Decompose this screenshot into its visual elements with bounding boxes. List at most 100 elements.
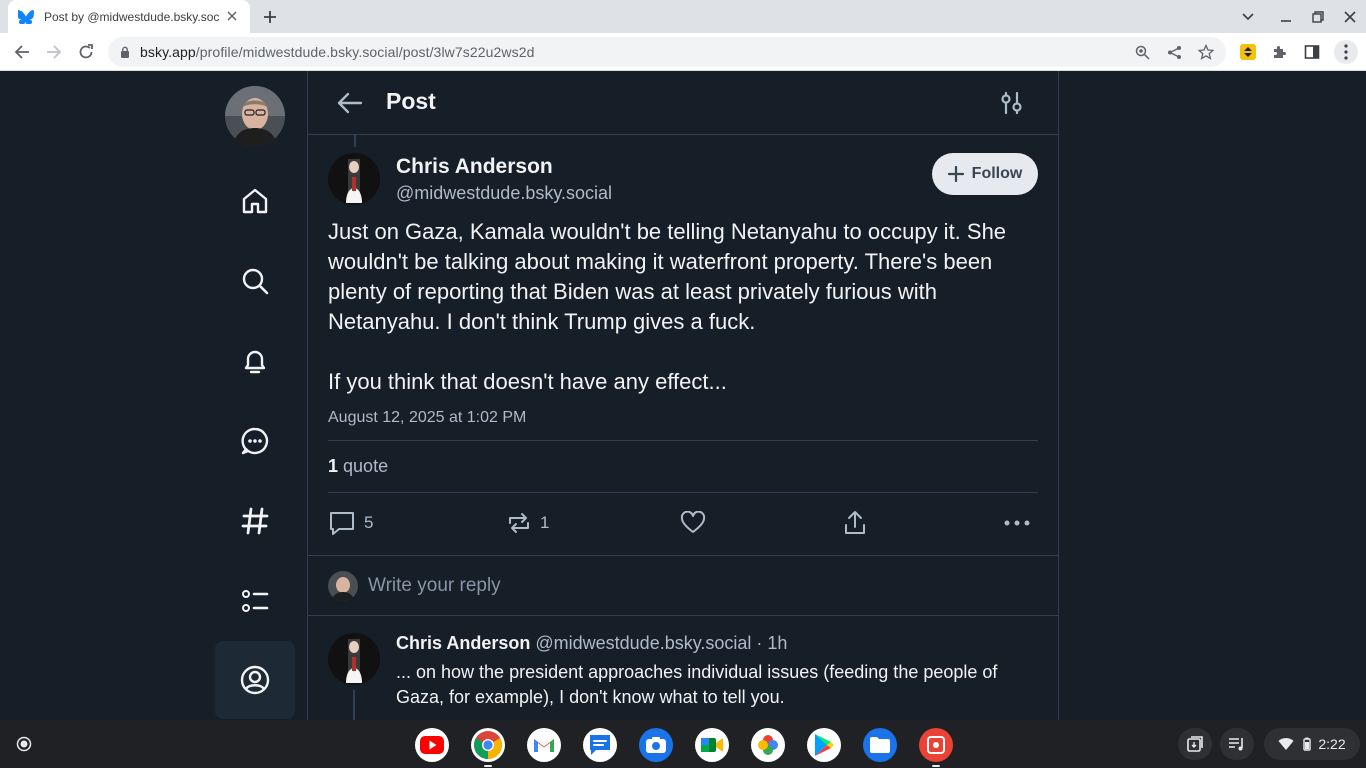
share-button[interactable]: [842, 509, 868, 537]
reply-author-name[interactable]: Chris Anderson: [396, 633, 530, 653]
os-shelf: 2:22: [0, 720, 1366, 768]
launcher-icon[interactable]: [8, 728, 40, 760]
author-name[interactable]: Chris Anderson: [396, 155, 553, 179]
nav-notifications[interactable]: [215, 322, 295, 400]
reply-button[interactable]: 5: [328, 509, 373, 537]
thread-line: [353, 690, 355, 720]
upload-share-icon: [845, 511, 865, 534]
composer-avatar: [328, 571, 358, 601]
author-avatar[interactable]: [328, 153, 380, 205]
extension-shield-icon[interactable]: [1238, 42, 1258, 62]
nav-feeds[interactable]: [215, 482, 295, 560]
gmail-icon[interactable]: [527, 728, 561, 762]
repost-icon: [509, 513, 529, 533]
running-indicator: [484, 765, 492, 767]
photos-icon[interactable]: [751, 728, 785, 762]
nav-lists[interactable]: [215, 562, 295, 640]
bluesky-butterfly-icon: [18, 9, 34, 25]
author-handle[interactable]: @midwestdude.bsky.social: [396, 183, 612, 204]
zoom-icon[interactable]: [1134, 44, 1150, 60]
reply-placeholder: Write your reply: [368, 575, 501, 596]
thread-header: Post: [308, 71, 1058, 135]
left-navigation: [215, 71, 295, 720]
quote-label: quote: [343, 456, 389, 476]
post-stats[interactable]: 1 quote: [328, 441, 1038, 493]
minimize-icon[interactable]: [1276, 7, 1296, 27]
system-tray[interactable]: 2:22: [1264, 728, 1360, 760]
lock-icon: [120, 46, 130, 58]
back-button[interactable]: [336, 89, 364, 117]
restore-icon[interactable]: [1308, 7, 1328, 27]
list-icon: [242, 590, 269, 612]
screencast-icon[interactable]: [919, 728, 953, 762]
chat-bubble-icon: [241, 427, 269, 455]
more-options-button[interactable]: [1004, 509, 1030, 537]
new-tab-icon[interactable]: [258, 5, 282, 29]
tab-search-chevron-icon[interactable]: [1238, 7, 1258, 27]
repost-button[interactable]: 1: [506, 509, 549, 537]
camera-icon[interactable]: [639, 728, 673, 762]
reply-composer[interactable]: Write your reply: [308, 555, 1058, 616]
reply-count: 5: [364, 513, 374, 532]
browser-toolbar: bsky.app/profile/midwestdude.bsky.social…: [0, 33, 1366, 71]
reply-author-handle[interactable]: @midwestdude.bsky.social: [535, 633, 751, 653]
main-post: Chris Anderson @midwestdude.bsky.social …: [308, 135, 1058, 555]
nav-search[interactable]: [215, 242, 295, 320]
messages-icon[interactable]: [583, 728, 617, 762]
bookmark-star-icon[interactable]: [1198, 44, 1214, 60]
reply-author-avatar[interactable]: [328, 633, 380, 685]
post-actions: 5 1: [328, 493, 1038, 555]
reply-post[interactable]: Chris Anderson @midwestdude.bsky.social …: [308, 616, 1058, 720]
reply-bubble-icon: [330, 512, 354, 535]
profile-avatar[interactable]: [225, 86, 285, 146]
back-arrow-icon: [337, 92, 363, 114]
ellipsis-icon: [1004, 520, 1030, 526]
browser-tab[interactable]: Post by @midwestdude.bsky.social: [8, 0, 250, 33]
bluesky-app: Post Chris Anderson @midwestdude.bsky.so…: [0, 71, 1366, 720]
url-text: bsky.app/profile/midwestdude.bsky.social…: [140, 44, 535, 60]
follow-button[interactable]: Follow: [932, 153, 1038, 195]
bell-icon: [244, 350, 266, 374]
page-title: Post: [386, 88, 436, 114]
wifi-icon: [1278, 738, 1294, 750]
media-controls-icon[interactable]: [1220, 728, 1254, 760]
heart-icon: [680, 511, 706, 533]
reply-text: ... on how the president approaches indi…: [396, 662, 998, 707]
post-thread-column: Post Chris Anderson @midwestdude.bsky.so…: [307, 71, 1059, 720]
close-tab-icon[interactable]: [224, 8, 240, 24]
running-indicator: [932, 765, 940, 767]
follow-label: Follow: [971, 165, 1023, 182]
search-icon: [242, 268, 269, 295]
clock: 2:22: [1318, 736, 1346, 752]
youtube-icon[interactable]: [415, 728, 449, 762]
extensions-puzzle-icon[interactable]: [1270, 42, 1290, 62]
like-button[interactable]: [680, 509, 706, 537]
nav-chat[interactable]: [215, 402, 295, 480]
close-window-icon[interactable]: [1340, 7, 1360, 27]
nav-profile[interactable]: [215, 641, 295, 719]
post-text: Just on Gaza, Kamala wouldn't be telling…: [328, 219, 1007, 394]
reload-icon[interactable]: [74, 40, 98, 64]
meet-icon[interactable]: [695, 728, 729, 762]
address-bar[interactable]: bsky.app/profile/midwestdude.bsky.social…: [108, 37, 1226, 67]
reply-age: · 1h: [756, 633, 788, 653]
back-arrow-icon[interactable]: [10, 40, 34, 64]
author-row: Chris Anderson @midwestdude.bsky.social …: [328, 153, 1038, 209]
files-icon[interactable]: [863, 728, 897, 762]
repost-count: 1: [540, 513, 550, 532]
share-icon[interactable]: [1166, 44, 1182, 60]
battery-icon: [1303, 737, 1312, 751]
play-store-icon[interactable]: [807, 728, 841, 762]
menu-dots-icon[interactable]: [1334, 40, 1358, 64]
hashtag-icon: [241, 507, 269, 535]
plus-icon: [947, 166, 964, 182]
holding-space-icon[interactable]: [1178, 728, 1212, 760]
browser-tab-strip: Post by @midwestdude.bsky.social: [0, 0, 1366, 33]
side-panel-icon[interactable]: [1302, 42, 1322, 62]
nav-home[interactable]: [215, 162, 295, 240]
quote-count: 1: [328, 456, 339, 476]
chrome-icon[interactable]: [471, 728, 505, 762]
forward-arrow-icon[interactable]: [42, 40, 66, 64]
tab-title: Post by @midwestdude.bsky.social: [44, 9, 220, 24]
thread-settings-button[interactable]: [998, 89, 1026, 117]
